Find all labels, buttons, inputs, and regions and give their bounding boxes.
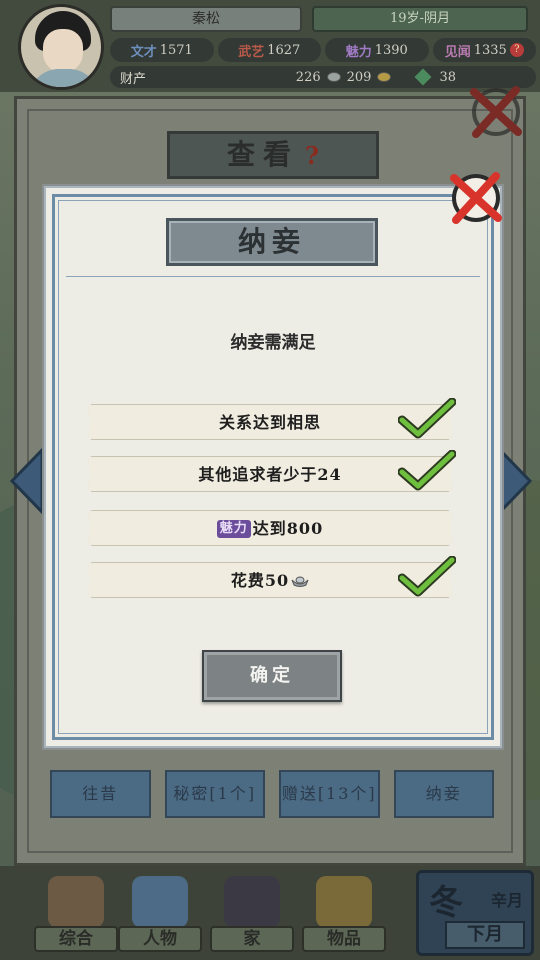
overview-icon [48,876,104,928]
check-icon [398,556,456,597]
check-icon [398,398,456,439]
stat-jianwen: 见闻 1335 ? [432,38,536,62]
stats-row: 文才 1571 武艺 1627 魅力 1390 见闻 1335 ? [110,38,536,62]
gem-amount: 38 [439,69,456,85]
gem-icon [414,68,432,86]
view-tabs: 往昔 秘密[1个] 赠送[13个] 纳妾 [50,770,494,820]
silver-icon [326,72,341,82]
nav-label: 综合 [34,926,118,952]
check-icon [398,450,456,491]
stat-wuyi: 武艺 1627 [217,38,321,62]
next-month-button[interactable]: 下月 [445,921,525,949]
gold-amount: 209 [346,69,372,85]
charm-tag: 魅力 [216,520,251,538]
player-avatar[interactable] [18,4,104,90]
help-icon[interactable]: ? [305,141,319,170]
nav-characters[interactable]: 人物 [118,876,202,952]
stat-label: 见闻 [444,44,471,60]
player-age: 19岁-阴月 [312,6,528,32]
stat-label: 文才 [130,44,157,60]
characters-icon [132,876,188,928]
next-arrow-icon[interactable] [496,446,536,516]
silver-amount: 226 [295,69,321,85]
stat-value: 1390 [374,42,408,58]
requirements-heading: 纳妾需满足 [230,333,316,353]
nav-overview[interactable]: 综合 [34,876,118,952]
assets-label: 财产 [120,71,147,87]
confirm-button[interactable]: 确定 [202,650,342,702]
stat-value: 1571 [159,42,193,58]
stat-label: 魅力 [345,44,372,60]
prev-arrow-icon[interactable] [6,446,46,516]
nav-label: 家 [210,926,294,952]
stat-value: 1335 [473,42,507,58]
requirement-charm: 魅力 达到800 [88,510,452,546]
home-icon [224,876,280,928]
stat-label: 武艺 [238,44,265,60]
items-icon [316,876,372,928]
nav-label: 人物 [118,926,202,952]
close-icon[interactable] [466,84,526,140]
silver-ingot-icon [291,576,309,587]
season-panel: 冬 辛月 下月 [416,870,534,956]
nav-home[interactable]: 家 [210,876,294,952]
nav-items[interactable]: 物品 [302,876,386,952]
tab-secrets[interactable]: 秘密[1个] [164,770,265,818]
player-name: 秦松 [110,6,302,32]
stat-wencai: 文才 1571 [110,38,214,62]
stats-help-icon[interactable]: ? [509,43,524,57]
tab-gifts[interactable]: 赠送[13个] [279,770,380,818]
gold-coin-icon [377,72,392,82]
stat-meili: 魅力 1390 [325,38,429,62]
requirement-text: 魅力 达到800 [88,511,452,546]
view-panel-title: 查看? [167,131,379,179]
dialog-close-icon[interactable] [446,170,506,226]
top-status-bar: 秦松 19岁-阴月 文才 1571 武艺 1627 魅力 1390 见闻 133… [0,0,540,92]
stat-value: 1627 [267,42,301,58]
nav-label: 物品 [302,926,386,952]
tab-past[interactable]: 往昔 [50,770,151,818]
month-label: 辛月 [490,891,523,910]
tab-concubine[interactable]: 纳妾 [393,770,494,818]
dialog-title: 纳妾 [166,218,378,266]
season-label: 冬 [429,883,463,923]
bottom-nav: 综合 人物 家 物品 冬 辛月 下月 [0,866,540,960]
